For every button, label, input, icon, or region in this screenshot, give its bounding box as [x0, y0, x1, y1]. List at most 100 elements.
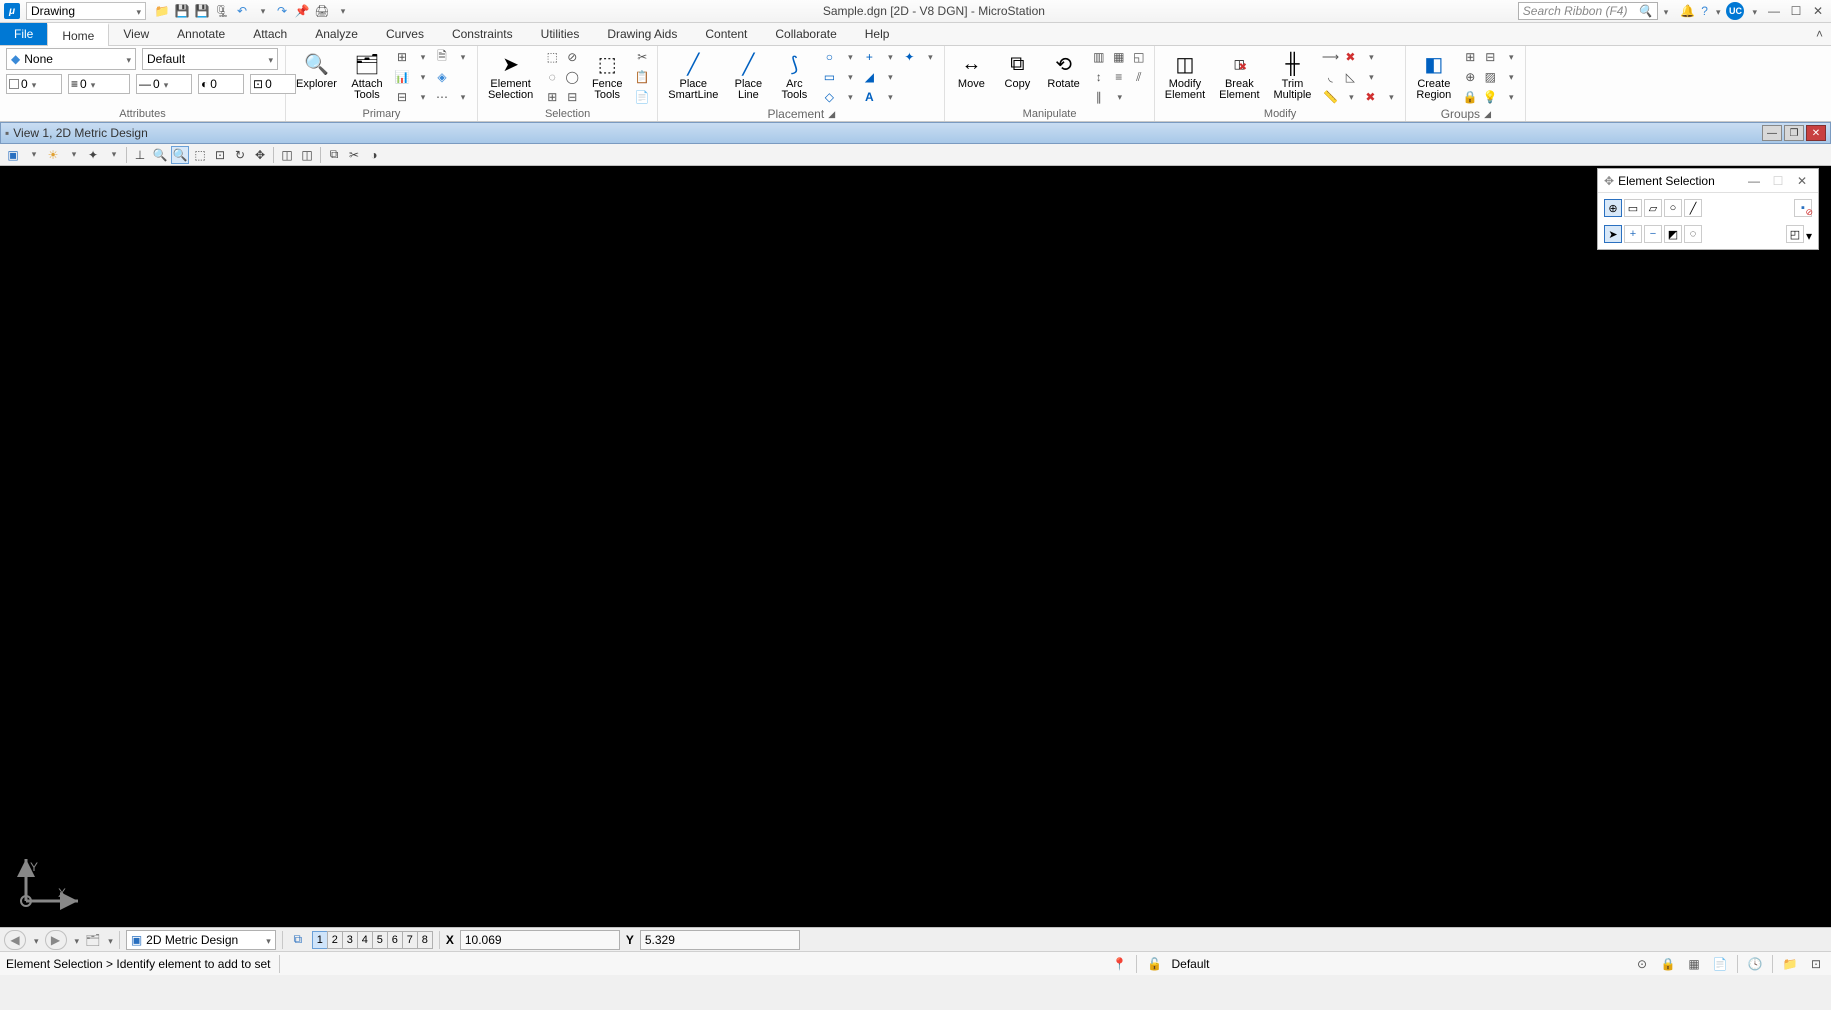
level-manager-icon[interactable]: 📊	[393, 68, 411, 86]
element-selection-palette[interactable]: ✥ Element Selection — ☐ ✕ ⊕ ▭ ▱ ○ ╱ ▪⊘ ➤…	[1597, 168, 1819, 250]
view-num-1[interactable]: 1	[312, 931, 328, 949]
mode-add-button[interactable]: +	[1624, 225, 1642, 243]
compress-icon[interactable]: 🗜	[214, 3, 230, 19]
circle-icon[interactable]: ○	[820, 48, 838, 66]
group-dd[interactable]	[1501, 48, 1519, 66]
palette-close-button[interactable]: ✕	[1792, 174, 1812, 188]
spark-dropdown[interactable]	[920, 48, 938, 66]
select-by-attr-icon[interactable]: ◌	[543, 68, 561, 86]
mode-new-button[interactable]: ➤	[1604, 225, 1622, 243]
fence-status-icon[interactable]: ⊡	[1807, 955, 1825, 973]
select-sub-icon[interactable]: ⊟	[563, 88, 581, 106]
copy-clip-icon[interactable]: 📋	[633, 68, 651, 86]
models-icon[interactable]: ⊞	[393, 48, 411, 66]
tab-constraints[interactable]: Constraints	[438, 23, 527, 45]
view-window-header[interactable]: ▪ View 1, 2D Metric Design — ❐ ✕	[0, 122, 1831, 144]
measure-icon[interactable]: 📏	[1321, 88, 1339, 106]
text-dropdown[interactable]	[880, 88, 898, 106]
method-circle-button[interactable]: ○	[1664, 199, 1682, 217]
bulb-dd[interactable]	[1501, 88, 1519, 106]
bulb-icon[interactable]: 💡	[1481, 88, 1499, 106]
display-style-icon[interactable]: ☀	[44, 146, 62, 164]
palette-maximize-button[interactable]: ☐	[1768, 174, 1788, 188]
view-num-2[interactable]: 2	[327, 931, 343, 949]
nav-back-dd[interactable]	[32, 933, 39, 947]
level-display-icon[interactable]: ◈	[433, 68, 451, 86]
paste-icon[interactable]: 📄	[633, 88, 651, 106]
model-selector[interactable]: ▣2D Metric Design	[126, 930, 276, 950]
scale-icon[interactable]: ◱	[1130, 48, 1148, 66]
display-style-dd[interactable]	[64, 146, 82, 164]
help-icon[interactable]: ?	[1701, 4, 1708, 18]
scissors-icon[interactable]: ✂	[633, 48, 651, 66]
maximize-button[interactable]: ☐	[1787, 3, 1805, 19]
mirror-icon[interactable]: ▥	[1090, 48, 1108, 66]
hatch-dd[interactable]	[1501, 68, 1519, 86]
tab-analyze[interactable]: Analyze	[301, 23, 372, 45]
tab-content[interactable]: Content	[691, 23, 761, 45]
move-button[interactable]: ↔Move	[951, 48, 991, 92]
user-dropdown[interactable]	[1750, 4, 1757, 18]
select-handles-button[interactable]: ◰	[1786, 225, 1804, 243]
view-num-6[interactable]: 6	[387, 931, 403, 949]
adjust-brightness-icon[interactable]: ✦	[84, 146, 102, 164]
select-all-icon[interactable]: ⬚	[543, 48, 561, 66]
element-selection-button[interactable]: ➤ Element Selection	[484, 48, 537, 103]
brightness-dd[interactable]	[104, 146, 122, 164]
hatch-icon[interactable]: ▨	[1481, 68, 1499, 86]
ungroup-icon[interactable]: ⊟	[1481, 48, 1499, 66]
offset-icon[interactable]: ⫽	[1130, 68, 1148, 86]
select-prev-icon[interactable]: ◯	[563, 68, 581, 86]
mode-clear-button[interactable]: ◌	[1684, 225, 1702, 243]
tab-home[interactable]: Home	[47, 23, 109, 46]
x-coord-input[interactable]: 10.069	[460, 930, 620, 950]
break-element-button[interactable]: ◫✖Break Element	[1215, 48, 1263, 103]
fence-tools-button[interactable]: ⬚ Fence Tools	[587, 48, 627, 103]
redo-icon[interactable]: ↷	[274, 3, 290, 19]
y-coord-input[interactable]: 5.329	[640, 930, 800, 950]
grip-icon[interactable]: ▪	[5, 126, 9, 140]
help-dropdown[interactable]	[1714, 4, 1721, 18]
undo-dropdown[interactable]	[254, 3, 270, 19]
pin-icon[interactable]: 📌	[294, 3, 310, 19]
style-combo[interactable]: —0	[136, 74, 192, 94]
select-none-icon[interactable]: ⊘	[563, 48, 581, 66]
drawing-canvas[interactable]: Y X ✥ Element Selection — ☐ ✕ ⊕ ▭ ▱ ○ ╱ …	[0, 166, 1831, 927]
level-manager-dropdown[interactable]	[413, 68, 431, 86]
fillet-icon[interactable]: ◟	[1321, 68, 1339, 86]
print-icon[interactable]: 🖨	[314, 3, 330, 19]
minimize-button[interactable]: —	[1765, 3, 1783, 19]
open-icon[interactable]: 📁	[154, 3, 170, 19]
modify-dd4[interactable]	[1381, 88, 1399, 106]
lineweight-combo[interactable]: ≡0	[68, 74, 130, 94]
rect-dropdown[interactable]	[840, 68, 858, 86]
delete-icon[interactable]: ✖	[1341, 48, 1359, 66]
arc-tools-button[interactable]: ⟆ Arc Tools	[774, 48, 814, 103]
circle-dropdown[interactable]	[840, 48, 858, 66]
tab-file[interactable]: File	[0, 23, 47, 45]
shape-dropdown[interactable]	[840, 88, 858, 106]
plus-dropdown[interactable]	[880, 48, 898, 66]
trim-multiple-button[interactable]: ╫Trim Multiple	[1270, 48, 1316, 103]
parallel-icon[interactable]: ∥	[1090, 88, 1108, 106]
view-num-7[interactable]: 7	[402, 931, 418, 949]
view-next-icon[interactable]: ◫	[298, 146, 316, 164]
lock-icon[interactable]: 🔓	[1145, 955, 1163, 973]
palette-minimize-button[interactable]: —	[1744, 174, 1764, 188]
shape-icon[interactable]: ◇	[820, 88, 838, 106]
nav-forward-button[interactable]: ▶	[45, 930, 67, 950]
angle-dropdown[interactable]	[880, 68, 898, 86]
color-combo[interactable]: 0	[6, 74, 62, 94]
modify-dd2[interactable]	[1361, 68, 1379, 86]
zoom-out-icon[interactable]: 🔍	[151, 146, 169, 164]
tab-collaborate[interactable]: Collaborate	[761, 23, 850, 45]
method-block-button[interactable]: ▭	[1624, 199, 1642, 217]
work-dgn-icon[interactable]: 📄	[1711, 955, 1729, 973]
transparency-combo[interactable]: ◐0	[198, 74, 244, 94]
search-dropdown[interactable]	[1662, 4, 1669, 18]
workspace-selector[interactable]: Drawing	[26, 2, 146, 20]
notification-icon[interactable]: 🔔	[1680, 4, 1695, 18]
tab-attach[interactable]: Attach	[239, 23, 301, 45]
attach-tools-button[interactable]: 🗂 Attach Tools	[347, 48, 387, 103]
save-settings-icon[interactable]: 💾	[194, 3, 210, 19]
